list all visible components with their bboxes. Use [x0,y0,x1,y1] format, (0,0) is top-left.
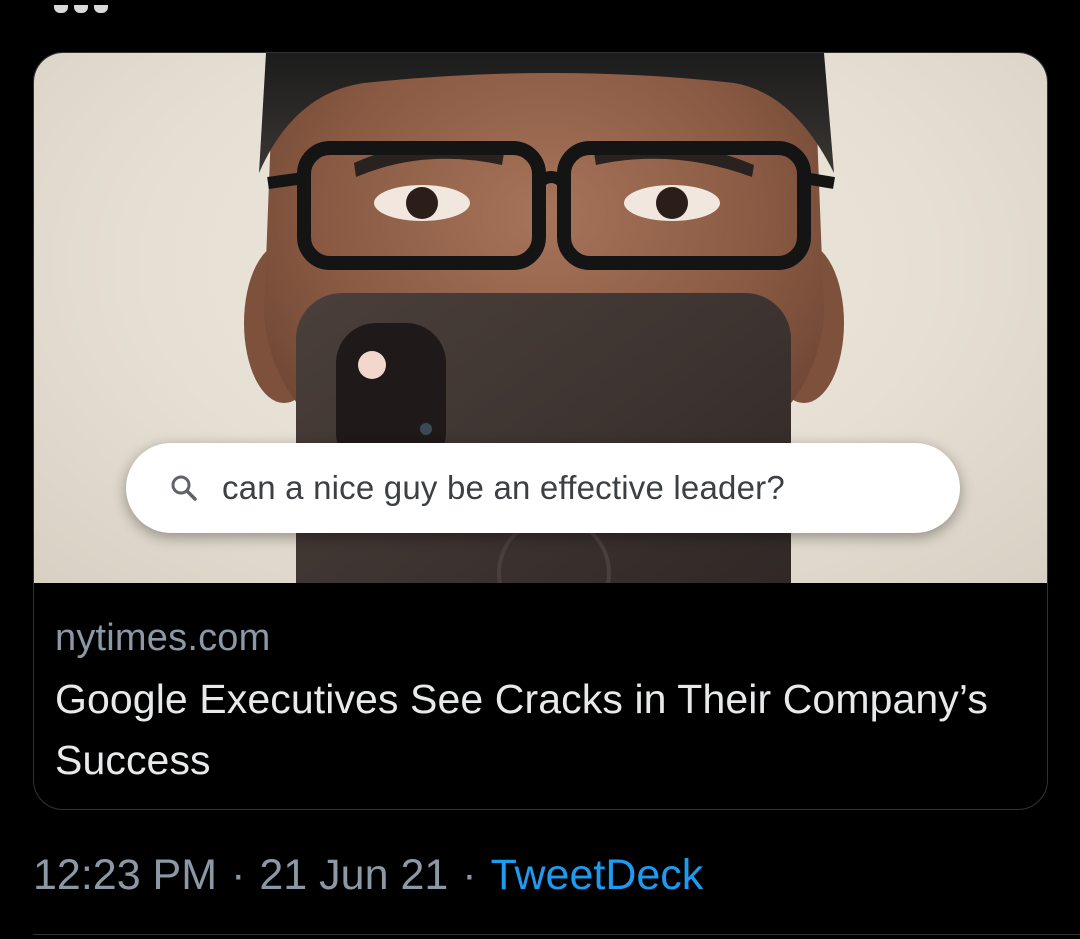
card-image[interactable]: can a nice guy be an effective leader? [34,53,1047,583]
search-query-text: can a nice guy be an effective leader? [222,469,785,506]
search-bar-overlay: can a nice guy be an effective leader? [126,443,960,533]
tweet-timestamp-row: 12:23 PM · 21 Jun 21 · TweetDeck [33,848,703,902]
card-meta: nytimes.com Google Executives See Cracks… [34,583,1047,791]
previous-text-fragment [54,0,254,13]
separator-dot: · [231,851,246,899]
tweet-date[interactable]: 21 Jun 21 [259,851,448,899]
card-title[interactable]: Google Executives See Cracks in Their Co… [55,669,1025,791]
tweet-detail-screen: can a nice guy be an effective leader? n… [0,0,1080,939]
divider [33,934,1080,935]
card-domain: nytimes.com [55,617,271,659]
link-preview-card[interactable]: can a nice guy be an effective leader? n… [33,52,1048,810]
tweet-time[interactable]: 12:23 PM [33,851,217,899]
search-icon [170,474,198,502]
source-link[interactable]: TweetDeck [491,851,704,899]
separator-dot: · [462,851,477,899]
